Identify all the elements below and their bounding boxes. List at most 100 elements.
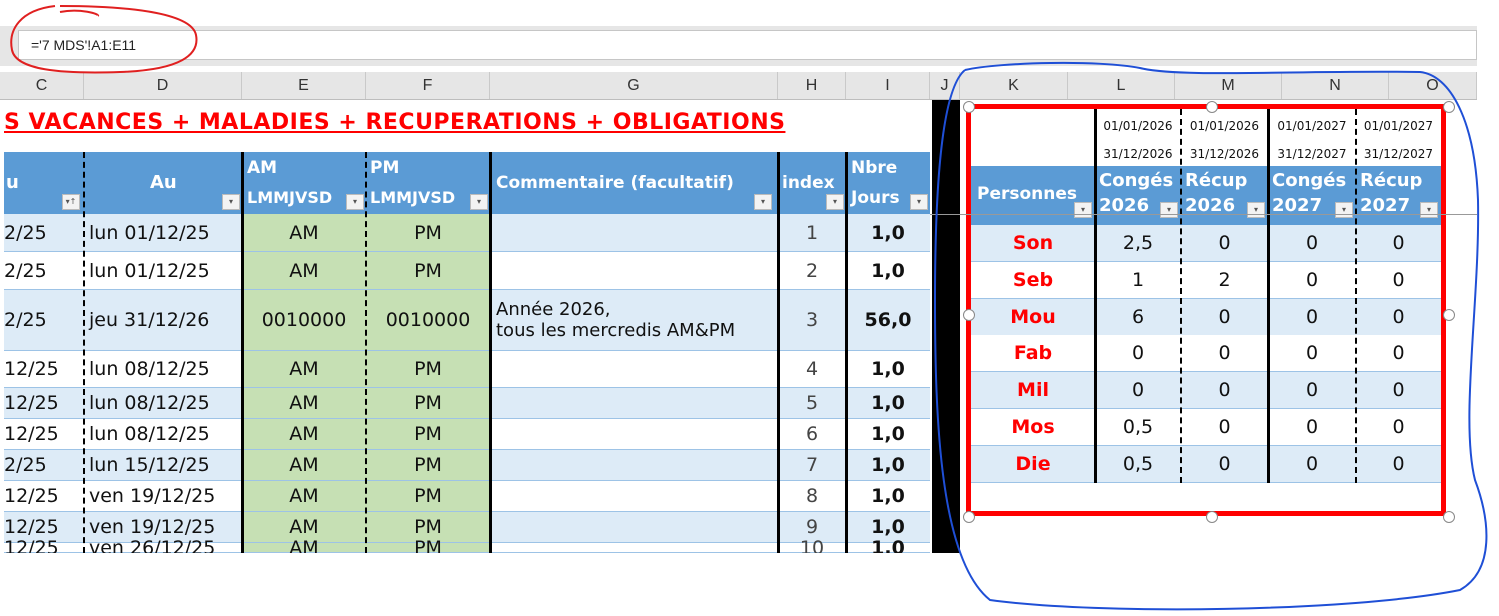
filter-dropdown-button[interactable]: ▾	[346, 194, 364, 210]
filter-dropdown-button[interactable]: ▾	[1074, 202, 1092, 218]
cell-jours[interactable]: 1,0	[846, 537, 930, 559]
cell-au[interactable]: jeu 31/12/26	[84, 290, 242, 351]
cell-pm[interactable]: PM	[366, 252, 490, 290]
cell-am[interactable]: AM	[242, 481, 366, 512]
cell-commentaire[interactable]	[490, 214, 778, 252]
resize-handle[interactable]	[963, 101, 975, 113]
filter-dropdown-button[interactable]: ▾	[754, 194, 772, 210]
cell-pm[interactable]: PM	[366, 450, 490, 481]
column-header-n[interactable]: N	[1282, 72, 1389, 99]
cell-jours[interactable]: 1,0	[846, 252, 930, 290]
summary-person-name[interactable]: Son	[971, 225, 1095, 262]
filter-dropdown-button[interactable]: ▾	[1247, 202, 1265, 218]
cell-index[interactable]: 7	[778, 450, 846, 481]
linked-picture-summary[interactable]: 01/01/2026 31/12/2026 01/01/2026 31/12/2026…	[966, 104, 1446, 516]
cell-au[interactable]: lun 08/12/25	[84, 351, 242, 388]
summary-value-cell[interactable]: 1	[1095, 261, 1181, 299]
summary-value-cell[interactable]: 0	[1181, 335, 1268, 373]
summary-value-cell[interactable]: 0	[1356, 225, 1441, 262]
summary-value-cell[interactable]: 0,5	[1095, 445, 1181, 483]
cell-am[interactable]: AM	[242, 351, 366, 388]
cell-du[interactable]: 2/25	[4, 214, 84, 252]
cell-jours[interactable]: 1,0	[846, 481, 930, 512]
cell-am[interactable]: AM	[242, 450, 366, 481]
resize-handle[interactable]	[1443, 511, 1455, 523]
cell-du[interactable]: 12/25	[4, 351, 84, 388]
cell-am[interactable]: AM	[242, 214, 366, 252]
summary-person-name[interactable]: Mou	[971, 298, 1095, 336]
cell-commentaire[interactable]	[490, 351, 778, 388]
summary-value-cell[interactable]: 0	[1356, 372, 1441, 410]
cell-commentaire[interactable]	[490, 252, 778, 290]
summary-value-cell[interactable]: 0	[1356, 261, 1441, 299]
summary-value-cell[interactable]: 0	[1356, 335, 1441, 373]
summary-value-cell[interactable]: 0	[1268, 372, 1356, 410]
cell-index[interactable]: 8	[778, 481, 846, 512]
column-header-o[interactable]: O	[1389, 72, 1477, 99]
cell-jours[interactable]: 1,0	[846, 450, 930, 481]
cell-am[interactable]: AM	[242, 252, 366, 290]
cell-index[interactable]: 1	[778, 214, 846, 252]
cell-index[interactable]: 5	[778, 388, 846, 419]
cell-pm[interactable]: PM	[366, 351, 490, 388]
cell-jours[interactable]: 56,0	[846, 290, 930, 351]
column-header-i[interactable]: I	[846, 72, 930, 99]
cell-am[interactable]: 0010000	[242, 290, 366, 351]
cell-au[interactable]: ven 26/12/25	[84, 537, 242, 559]
cell-commentaire[interactable]	[490, 388, 778, 419]
summary-value-cell[interactable]: 0	[1181, 372, 1268, 410]
resize-handle[interactable]	[963, 511, 975, 523]
summary-value-cell[interactable]: 0	[1268, 261, 1356, 299]
cell-am[interactable]: AM	[242, 537, 366, 559]
cell-jours[interactable]: 1,0	[846, 419, 930, 450]
summary-value-cell[interactable]: 0,5	[1095, 409, 1181, 446]
summary-person-name[interactable]: Seb	[971, 261, 1095, 299]
filter-dropdown-button[interactable]: ▾	[826, 194, 844, 210]
resize-handle[interactable]	[1206, 511, 1218, 523]
cell-au[interactable]: ven 19/12/25	[84, 481, 242, 512]
column-header-m[interactable]: M	[1175, 72, 1282, 99]
cell-du[interactable]: 2/25	[4, 290, 84, 351]
filter-dropdown-button[interactable]: ▾	[1335, 202, 1353, 218]
filter-dropdown-button[interactable]: ▾	[1160, 202, 1178, 218]
summary-value-cell[interactable]: 0	[1356, 445, 1441, 483]
formula-bar-input[interactable]: ='7 MDS'!A1:E11	[18, 30, 1477, 60]
cell-commentaire[interactable]	[490, 543, 778, 553]
summary-value-cell[interactable]: 0	[1181, 298, 1268, 336]
cell-du[interactable]: 12/25	[4, 537, 84, 559]
cell-pm[interactable]: 0010000	[366, 290, 490, 351]
cell-du[interactable]: 12/25	[4, 388, 84, 419]
filter-dropdown-button[interactable]: ▾↑	[62, 194, 80, 210]
summary-value-cell[interactable]: 0	[1095, 335, 1181, 373]
cell-du[interactable]: 12/25	[4, 419, 84, 450]
summary-value-cell[interactable]: 0	[1181, 409, 1268, 446]
summary-value-cell[interactable]: 0	[1181, 225, 1268, 262]
cell-pm[interactable]: PM	[366, 481, 490, 512]
cell-index[interactable]: 4	[778, 351, 846, 388]
summary-person-name[interactable]: Die	[971, 445, 1095, 483]
resize-handle[interactable]	[1206, 101, 1218, 113]
filter-dropdown-button[interactable]: ▾	[1420, 202, 1438, 218]
summary-value-cell[interactable]: 0	[1095, 372, 1181, 410]
cell-du[interactable]: 2/25	[4, 450, 84, 481]
summary-person-name[interactable]: Mos	[971, 409, 1095, 446]
column-header-h[interactable]: H	[778, 72, 846, 99]
cell-jours[interactable]: 1,0	[846, 214, 930, 252]
summary-value-cell[interactable]: 0	[1268, 225, 1356, 262]
summary-value-cell[interactable]: 0	[1356, 298, 1441, 336]
cell-pm[interactable]: PM	[366, 419, 490, 450]
cell-au[interactable]: lun 01/12/25	[84, 214, 242, 252]
summary-value-cell[interactable]: 0	[1268, 409, 1356, 446]
column-header-c[interactable]: C	[0, 72, 84, 99]
column-header-j[interactable]: J	[930, 72, 960, 99]
summary-value-cell[interactable]: 6	[1095, 298, 1181, 336]
summary-value-cell[interactable]: 0	[1181, 445, 1268, 483]
summary-value-cell[interactable]: 0	[1356, 409, 1441, 446]
filter-dropdown-button[interactable]: ▾	[470, 194, 488, 210]
summary-value-cell[interactable]: 2	[1181, 261, 1268, 299]
summary-value-cell[interactable]: 2,5	[1095, 225, 1181, 262]
resize-handle[interactable]	[1443, 309, 1455, 321]
cell-index[interactable]: 2	[778, 252, 846, 290]
summary-person-name[interactable]: Fab	[971, 335, 1095, 373]
column-header-e[interactable]: E	[242, 72, 366, 99]
